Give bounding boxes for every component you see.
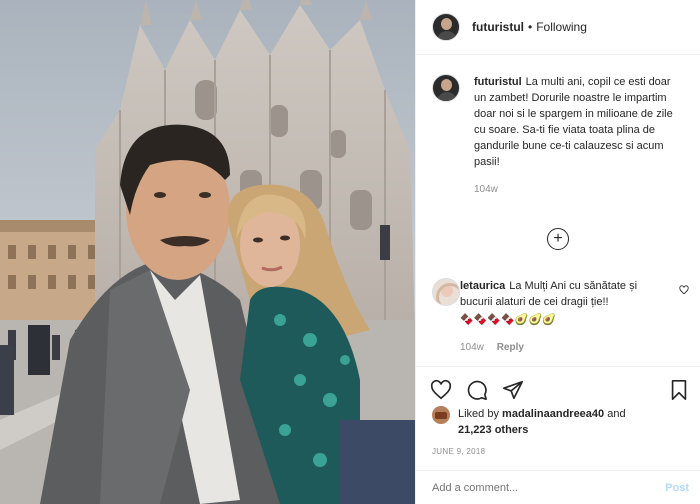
- instagram-post: futuristul • Following futuristul La mult…: [0, 0, 700, 504]
- add-comment-bar: Post: [416, 470, 700, 504]
- caption-avatar[interactable]: [432, 74, 460, 102]
- author-username[interactable]: futuristul: [472, 20, 524, 34]
- post-photo-image: [0, 0, 415, 504]
- comment-like-icon[interactable]: [679, 285, 689, 298]
- author-avatar[interactable]: [432, 13, 460, 41]
- header-separator: •: [528, 20, 533, 34]
- action-bar: [416, 366, 700, 406]
- likes-text: Liked by madalinaandreea40 and 21,223 ot…: [458, 406, 626, 438]
- following-button[interactable]: Following: [536, 20, 587, 34]
- post-header: futuristul • Following: [416, 0, 700, 55]
- liker-username[interactable]: madalinaandreea40: [502, 408, 604, 420]
- caption-text: La multi ani, copil ce esti doar un zamb…: [474, 76, 673, 168]
- heart-icon[interactable]: [430, 379, 452, 401]
- likes-count[interactable]: 21,223 others: [458, 424, 528, 436]
- caption-body: futuristul La multi ani, copil ce esti do…: [474, 74, 674, 198]
- likes-joiner: and: [607, 408, 626, 420]
- caption-meta: 104w: [474, 182, 674, 198]
- load-more-comments-button[interactable]: +: [547, 228, 569, 250]
- caption-time[interactable]: 104w: [474, 184, 498, 195]
- comment-body: letaurica La Mulți Ani cu sănătate și buc…: [460, 278, 660, 356]
- commenter-avatar[interactable]: [432, 278, 460, 306]
- comment-icon[interactable]: [466, 379, 488, 401]
- likes-summary: Liked by madalinaandreea40 and 21,223 ot…: [432, 406, 626, 438]
- add-comment-input[interactable]: [432, 481, 632, 494]
- post-photo[interactable]: [0, 0, 415, 504]
- comment-username[interactable]: letaurica: [460, 280, 505, 292]
- comment-time[interactable]: 104w: [460, 342, 484, 353]
- post-side-panel: futuristul • Following futuristul La mult…: [415, 0, 700, 504]
- bookmark-icon[interactable]: [668, 379, 690, 401]
- reply-button[interactable]: Reply: [497, 342, 524, 353]
- likes-prefix: Liked by: [458, 408, 499, 420]
- caption-comment: futuristul La multi ani, copil ce esti do…: [432, 74, 674, 198]
- comments-section[interactable]: futuristul La multi ani, copil ce esti do…: [416, 56, 700, 366]
- post-date[interactable]: JUNE 9, 2018: [432, 447, 485, 456]
- post-comment-button[interactable]: Post: [665, 482, 689, 494]
- liker-avatar[interactable]: [432, 406, 450, 424]
- paper-plane-icon[interactable]: [502, 379, 524, 401]
- comment-emojis: 🍫🍫🍫🍫🥑🥑🥑: [460, 314, 556, 326]
- comment-meta: 104w Reply: [460, 340, 660, 356]
- comment-item: letaurica La Mulți Ani cu sănătate și buc…: [432, 278, 660, 356]
- caption-username[interactable]: futuristul: [474, 76, 522, 88]
